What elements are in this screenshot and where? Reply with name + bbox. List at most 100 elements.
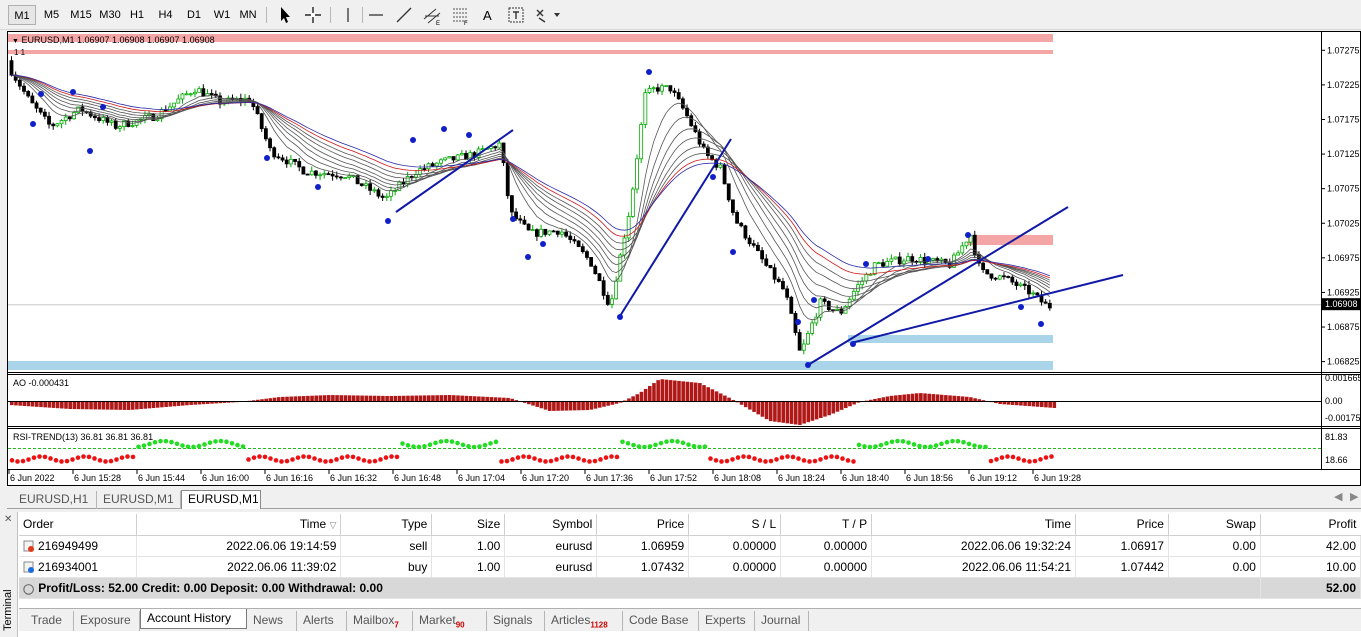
ao-bar [839, 401, 844, 410]
vertical-line-icon[interactable] [337, 4, 359, 26]
fibonacci-icon[interactable]: F [449, 4, 471, 27]
ao-bar [906, 394, 911, 401]
candle-body [751, 243, 756, 246]
rsi-dot [735, 455, 741, 460]
chart-tab[interactable]: EURUSD,M1 [97, 491, 181, 509]
col-type[interactable]: Type [340, 514, 433, 536]
col-close-price[interactable]: Price [1075, 514, 1169, 536]
candle-body [972, 234, 977, 255]
rsi-dot [125, 454, 130, 459]
candle-body [255, 106, 260, 115]
candle-body [685, 107, 689, 117]
equidistant-channel-icon[interactable]: E [421, 4, 443, 27]
scroll-left-icon[interactable]: ◀ [1334, 490, 1342, 503]
col-close-time[interactable]: Time [871, 514, 1077, 536]
ao-bar [969, 397, 973, 401]
ao-bar [147, 401, 152, 409]
candle-body [172, 102, 177, 108]
col-profit[interactable]: Profit [1260, 514, 1361, 536]
rsi-dot [185, 444, 191, 450]
ao-bar [785, 401, 790, 424]
rsi-dot [911, 442, 917, 447]
time-tick-label: 6 Jun 18:56 [906, 473, 953, 483]
chart-area[interactable]: 1.07275 1.07225 1.07175 1.07125 1.07075 1.070… [7, 31, 1361, 486]
col-time[interactable]: Time ▽ [136, 514, 342, 536]
terminal-tab[interactable]: Trade [25, 611, 74, 631]
price-tick-label: 1.06825 [1327, 357, 1360, 367]
fractal-dot [410, 137, 416, 143]
candle-body [505, 162, 510, 197]
terminal-tab[interactable]: Market90 [413, 611, 487, 631]
text-label-icon[interactable] [505, 4, 527, 26]
chart-tab[interactable]: EURUSD,H1 [13, 491, 97, 509]
close-icon[interactable]: ✕ [4, 514, 12, 525]
timeframe-m5[interactable]: M5 [38, 5, 65, 25]
terminal-tab[interactable]: Articles1128 [545, 611, 623, 631]
scroll-right-icon[interactable]: ▶ [1350, 490, 1358, 503]
ao-bar [919, 393, 923, 401]
terminal-tab[interactable]: Code Base [623, 611, 699, 631]
col-swap[interactable]: Swap [1168, 514, 1261, 536]
rsi-dot [807, 459, 812, 464]
shapes-icon[interactable] [533, 4, 560, 26]
terminal-tab[interactable]: News [247, 611, 297, 631]
candle-body [835, 308, 840, 311]
table-row[interactable]: 216934001 2022.06.06 11:39:02 buy 1.00 e… [19, 556, 1361, 578]
timeframe-h1[interactable]: H1 [126, 5, 148, 25]
timeframe-w1[interactable]: W1 [211, 5, 233, 25]
rsi-dot [438, 439, 444, 444]
candle-body [593, 265, 598, 275]
trend-line-icon[interactable] [393, 4, 415, 26]
timeframe-mn[interactable]: MN [237, 5, 259, 25]
candle-body [576, 240, 581, 248]
terminal-tab[interactable]: Journal [755, 611, 809, 631]
col-symbol[interactable]: Symbol [504, 514, 598, 536]
candle-body [497, 142, 502, 149]
text-icon[interactable]: A [477, 4, 499, 26]
terminal-tab[interactable]: Account History [140, 609, 247, 629]
candle-body [797, 332, 802, 351]
terminal-side-bar[interactable]: ✕ Terminal [0, 512, 18, 637]
col-tp[interactable]: T / P [780, 514, 873, 536]
timeframe-d1[interactable]: D1 [183, 5, 205, 25]
terminal-tab[interactable]: Exposure [74, 611, 140, 631]
price-cell: 1.06959 [596, 535, 690, 557]
supply-zone [968, 235, 1053, 245]
chart-tab[interactable]: EURUSD,M1 [181, 490, 261, 509]
col-sl[interactable]: S / L [688, 514, 782, 536]
candle-body [276, 156, 281, 159]
crosshair-icon[interactable] [302, 4, 324, 26]
cursor-icon[interactable] [274, 4, 296, 26]
col-order[interactable]: Order [19, 514, 138, 536]
terminal-tab[interactable]: Experts [699, 611, 755, 631]
terminal-tab[interactable]: Mailbox7 [347, 611, 413, 631]
timeframe-m30[interactable]: M30 [96, 5, 124, 25]
candle-body [614, 280, 619, 300]
candle-body [47, 115, 51, 125]
candle-body [676, 92, 681, 100]
rsi-dot [587, 459, 592, 464]
ao-bar [689, 382, 694, 401]
rsi-dot [70, 457, 75, 462]
horizontal-line-icon[interactable] [365, 4, 387, 26]
timeframe-m15[interactable]: M15 [67, 5, 95, 25]
col-price[interactable]: Price [596, 514, 690, 536]
terminal-tab[interactable]: Alerts [297, 611, 347, 631]
ao-bar [368, 395, 373, 401]
rsi-dot [64, 458, 70, 464]
chart-canvas[interactable]: 1.07275 1.07225 1.07175 1.07125 1.07075 1.070… [8, 32, 1361, 487]
rsi-dot [427, 442, 433, 447]
rsi-dot [48, 456, 53, 461]
toolbar-separator [362, 7, 363, 23]
timeframe-m1[interactable]: M1 [8, 5, 36, 25]
terminal-tab[interactable]: Signals [487, 611, 545, 631]
rsi-dot [235, 442, 240, 448]
timeframe-h4[interactable]: H4 [154, 5, 177, 25]
col-size[interactable]: Size [431, 514, 506, 536]
table-row[interactable]: 216949499 2022.06.06 19:14:59 sell 1.00 … [19, 535, 1361, 557]
candle-body [747, 237, 752, 245]
rsi-dot [86, 454, 92, 460]
ao-bar [401, 395, 406, 401]
rsi-dot [647, 444, 653, 449]
ao-bar [372, 395, 377, 401]
